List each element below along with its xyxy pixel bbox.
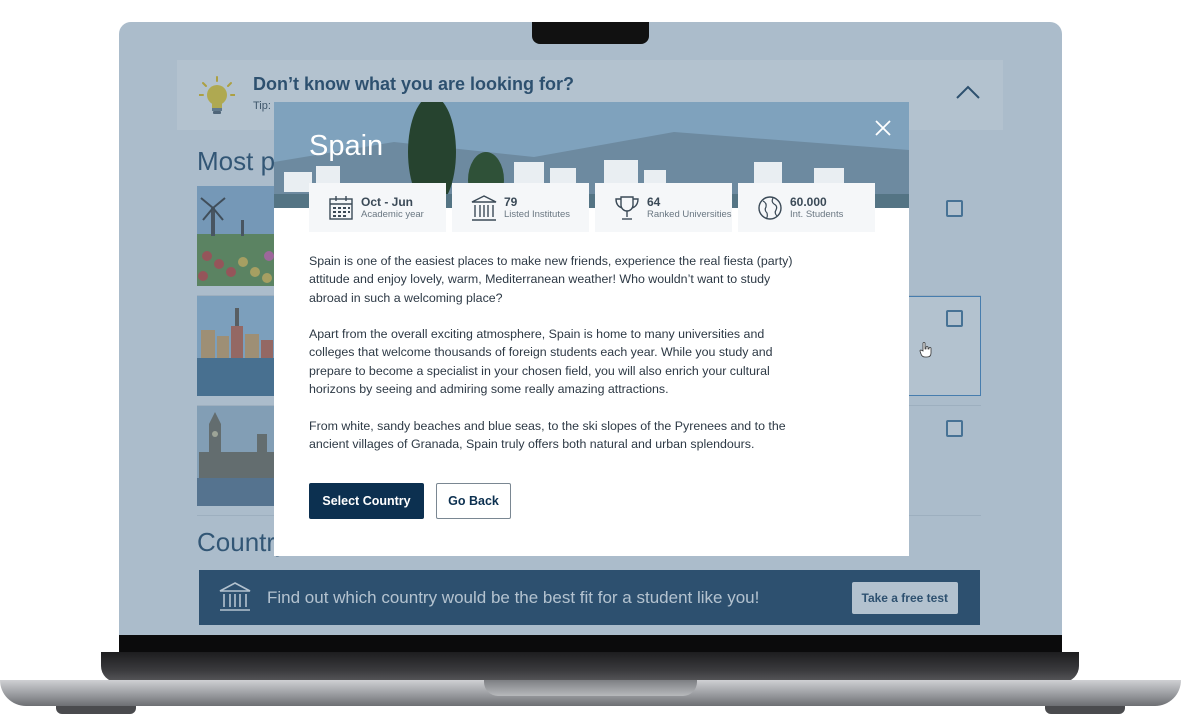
- close-icon[interactable]: [871, 116, 895, 140]
- laptop-foot: [1045, 706, 1125, 714]
- camera-notch: [532, 22, 649, 44]
- hand-cursor-icon: [919, 342, 932, 358]
- country-stats: Oct - Jun Academic year 79 Listed Instit…: [309, 183, 875, 232]
- stat-ranked-universities: 64 Ranked Universities: [595, 183, 732, 232]
- stat-value: 60.000: [790, 194, 827, 209]
- select-country-button[interactable]: Select Country: [309, 483, 424, 519]
- stat-label: Academic year: [361, 208, 424, 220]
- trophy-icon: [615, 195, 639, 220]
- modal-title: Spain: [309, 130, 384, 162]
- laptop-frame: Don’t know what you are looking for? Tip…: [0, 0, 1181, 716]
- stat-academic-year: Oct - Jun Academic year: [309, 183, 446, 232]
- country-description: Spain is one of the easiest places to ma…: [309, 252, 809, 472]
- stat-value: Oct - Jun: [361, 194, 414, 209]
- laptop-foot: [56, 706, 136, 714]
- institute-icon: [471, 194, 497, 221]
- go-back-button[interactable]: Go Back: [436, 483, 511, 519]
- laptop-base-notch: [484, 680, 697, 696]
- description-paragraph: Spain is one of the easiest places to ma…: [309, 254, 793, 305]
- stat-label: Int. Students: [790, 208, 844, 220]
- stat-listed-institutes: 79 Listed Institutes: [452, 183, 589, 232]
- description-paragraph: Apart from the overall exciting atmosphe…: [309, 327, 773, 397]
- stat-value: 79: [504, 194, 518, 209]
- stat-int-students: 60.000 Int. Students: [738, 183, 875, 232]
- stat-label: Listed Institutes: [504, 208, 571, 220]
- laptop-hinge: [101, 652, 1079, 682]
- stat-label: Ranked Universities: [647, 208, 732, 220]
- country-modal: Spain Oct - Jun Academic year 79 Listed …: [274, 102, 909, 556]
- globe-icon: [758, 195, 782, 220]
- stat-value: 64: [647, 194, 661, 209]
- screen: Don’t know what you are looking for? Tip…: [119, 22, 1062, 635]
- description-paragraph: From white, sandy beaches and blue seas,…: [309, 418, 786, 451]
- calendar-icon: [329, 195, 353, 220]
